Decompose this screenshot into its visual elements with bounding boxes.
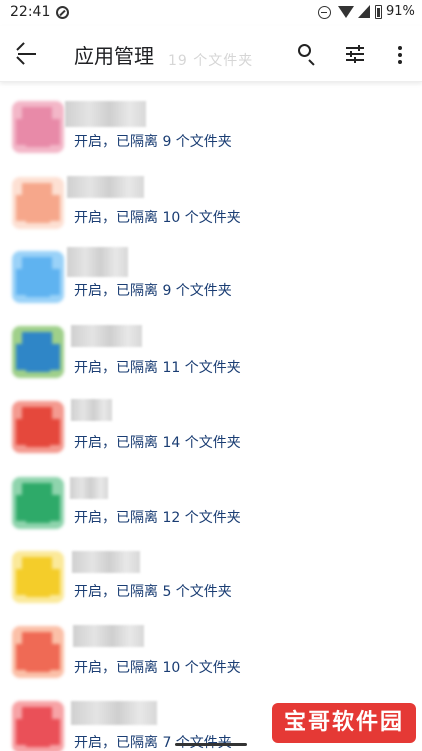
page-title: 应用管理 [74,44,154,68]
battery-percent: 91% [386,4,415,19]
app-icon [12,251,64,303]
filter-button[interactable] [342,34,374,74]
app-icon [12,326,64,378]
app-icon [12,701,64,751]
app-name-redacted [67,176,144,198]
status-bar: 22:41 91% [0,0,422,26]
app-isolation-status: 开启，已隔离 7 个文件夹 [74,735,232,751]
home-indicator[interactable] [175,743,247,746]
watermark-logo: 宝哥软件园 [272,703,416,743]
wifi-icon [338,6,354,18]
app-list-item[interactable]: 开启，已隔离 12 个文件夹 [0,466,422,541]
app-name-redacted [71,701,157,725]
app-isolation-status: 开启，已隔离 11 个文件夹 [74,360,241,376]
app-isolation-status: 开启，已隔离 10 个文件夹 [74,210,241,226]
app-icon [12,551,64,603]
battery-icon [375,5,382,19]
app-list-item[interactable]: 开启，已隔离 9 个文件夹 [0,90,422,165]
search-button[interactable] [292,34,324,74]
app-isolation-status: 开启，已隔离 12 个文件夹 [74,510,241,526]
app-isolation-status: 开启，已隔离 9 个文件夹 [74,134,232,150]
app-list-item[interactable]: 开启，已隔离 10 个文件夹 [0,166,422,241]
app-icon [12,477,64,529]
app-list-item[interactable]: 开启，已隔离 11 个文件夹 [0,315,422,390]
app-icon [12,177,64,229]
app-isolation-status: 开启，已隔离 14 个文件夹 [74,435,241,451]
app-icon [12,626,64,678]
app-icon [12,401,64,453]
back-button[interactable] [8,30,48,78]
app-name-redacted [65,101,146,127]
do-not-disturb-icon [318,6,331,19]
app-name-redacted [73,625,144,647]
app-isolation-status: 开启，已隔离 5 个文件夹 [74,584,232,600]
app-name-redacted [70,477,108,499]
status-time: 22:41 [10,4,51,20]
app-list-item[interactable]: 开启，已隔离 9 个文件夹 [0,240,422,315]
app-isolation-status: 开启，已隔离 10 个文件夹 [74,660,241,676]
app-list-item[interactable]: 开启，已隔离 5 个文件夹 [0,540,422,615]
app-isolation-status: 开启，已隔离 9 个文件夹 [74,283,232,299]
app-name-redacted [71,399,112,421]
app-list-item[interactable]: 开启，已隔离 14 个文件夹 [0,390,422,465]
data-saver-icon [56,6,69,19]
app-name-redacted [72,551,140,573]
cell-signal-icon [358,5,370,18]
more-options-button[interactable] [388,34,412,74]
app-name-redacted [67,247,128,277]
app-icon [12,101,64,153]
scrolled-ghost-text: 19 个文件夹 [168,53,254,69]
app-list-item[interactable]: 开启，已隔离 10 个文件夹 [0,615,422,690]
app-name-redacted [71,325,142,347]
